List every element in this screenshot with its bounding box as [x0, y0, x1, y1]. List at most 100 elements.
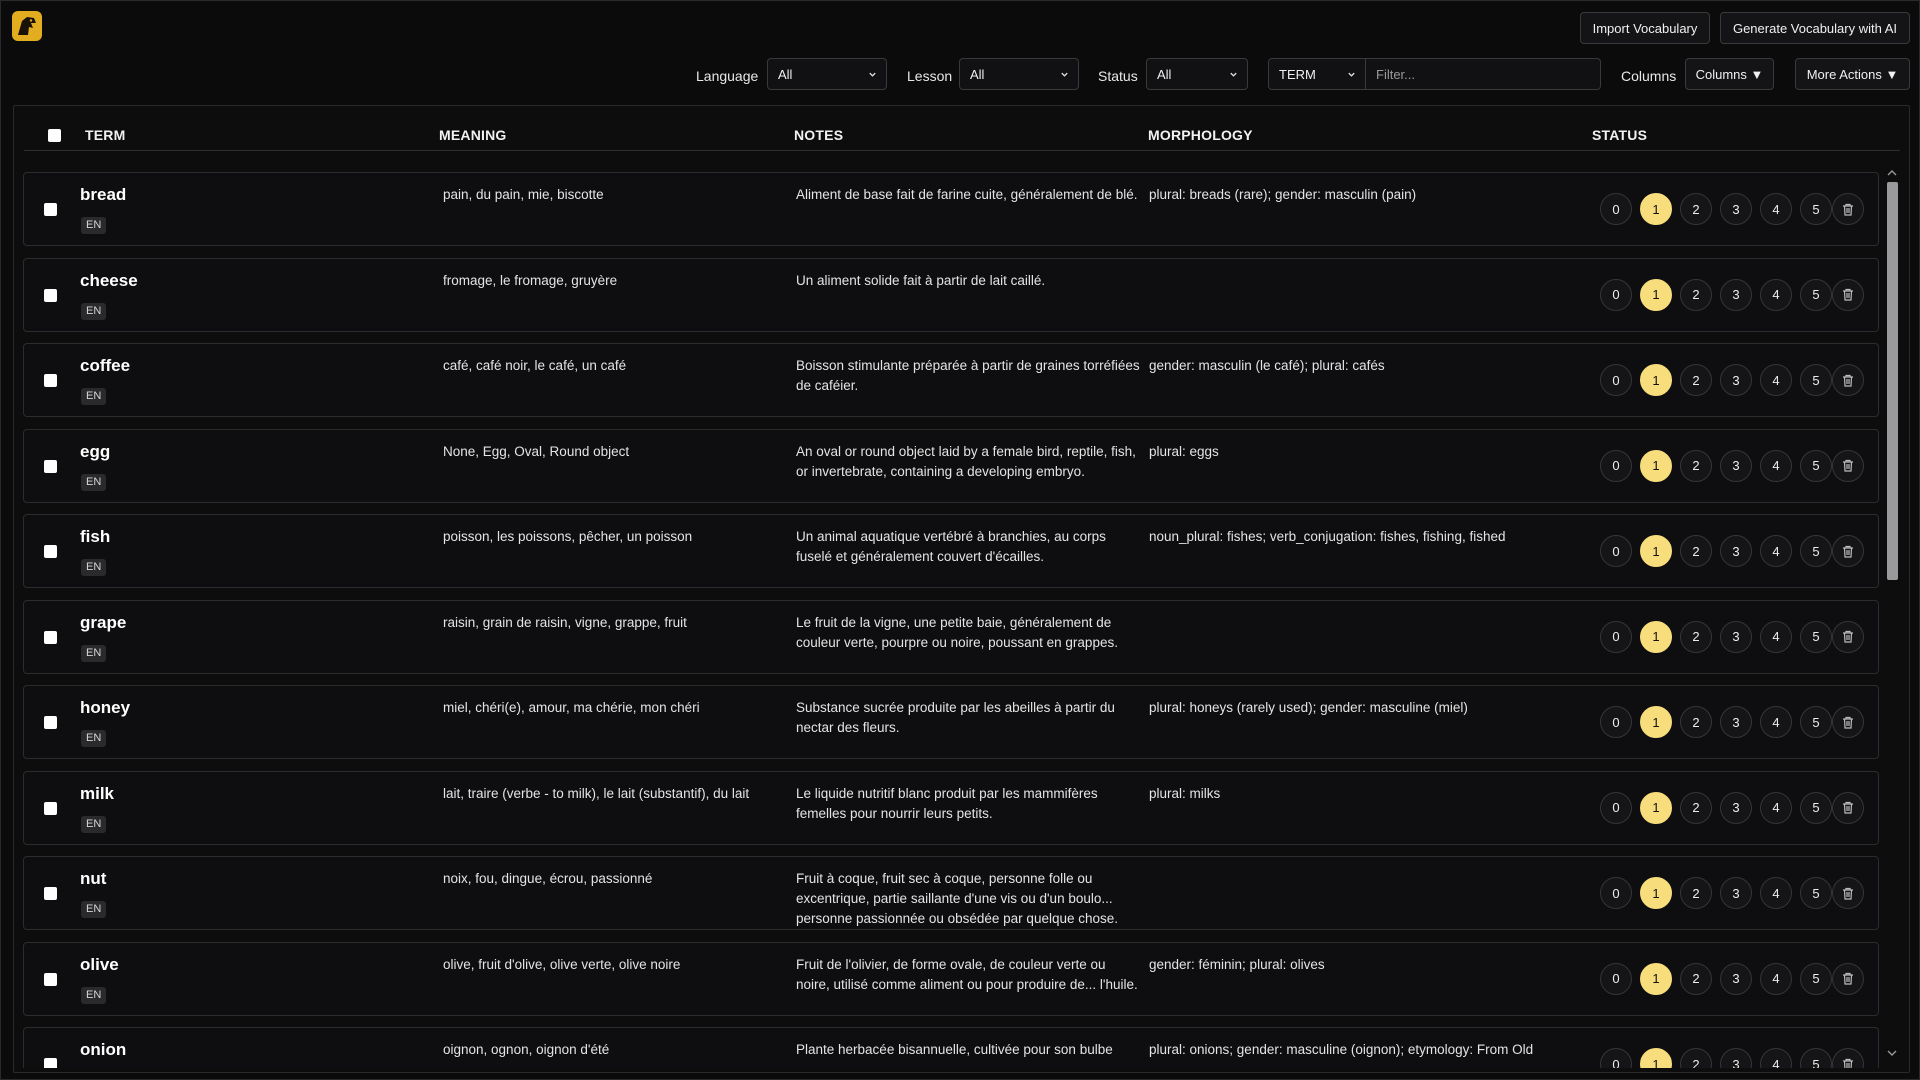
- import-vocabulary-button[interactable]: Import Vocabulary: [1580, 12, 1710, 44]
- status-button-4[interactable]: 4: [1760, 449, 1792, 482]
- column-header-notes[interactable]: NOTES: [794, 127, 843, 143]
- status-button-3[interactable]: 3: [1720, 1048, 1752, 1068]
- column-header-meaning[interactable]: MEANING: [439, 127, 507, 143]
- term-text[interactable]: milk: [80, 784, 114, 804]
- row-checkbox[interactable]: [44, 630, 57, 644]
- row-checkbox[interactable]: [44, 459, 57, 473]
- delete-button[interactable]: [1832, 449, 1864, 482]
- status-button-0[interactable]: 0: [1600, 278, 1632, 311]
- row-checkbox[interactable]: [44, 545, 57, 558]
- term-text[interactable]: olive: [80, 955, 119, 975]
- status-button-2[interactable]: 2: [1680, 535, 1712, 567]
- term-text[interactable]: grape: [80, 613, 126, 633]
- status-button-4[interactable]: 4: [1760, 364, 1792, 396]
- status-button-3[interactable]: 3: [1720, 877, 1752, 909]
- status-button-1[interactable]: 1: [1640, 877, 1672, 909]
- scrollbar-thumb[interactable]: [1887, 182, 1898, 580]
- status-button-0[interactable]: 0: [1600, 791, 1632, 824]
- status-button-3[interactable]: 3: [1720, 449, 1752, 482]
- row-checkbox[interactable]: [44, 716, 57, 729]
- delete-button[interactable]: [1832, 791, 1864, 824]
- term-text[interactable]: honey: [80, 698, 130, 718]
- status-button-0[interactable]: 0: [1600, 877, 1632, 909]
- status-button-5[interactable]: 5: [1800, 877, 1832, 909]
- status-button-1[interactable]: 1: [1640, 364, 1672, 396]
- status-button-4[interactable]: 4: [1760, 962, 1792, 995]
- delete-button[interactable]: [1832, 962, 1864, 995]
- term-text[interactable]: bread: [80, 185, 126, 205]
- status-button-5[interactable]: 5: [1800, 791, 1832, 824]
- status-button-4[interactable]: 4: [1760, 791, 1792, 824]
- status-select[interactable]: All: [1146, 58, 1248, 90]
- status-button-4[interactable]: 4: [1760, 877, 1792, 909]
- table-row[interactable]: coffee EN café, café noir, le café, un caf…: [23, 343, 1879, 417]
- scroll-up-icon[interactable]: [1887, 169, 1897, 177]
- table-row[interactable]: milk EN lait, traire (verbe - to milk), le…: [23, 770, 1879, 845]
- status-button-3[interactable]: 3: [1720, 364, 1752, 396]
- table-row[interactable]: bread EN pain, du pain, mie, biscotte Alime…: [23, 172, 1879, 246]
- app-logo-icon[interactable]: [12, 11, 42, 41]
- status-button-0[interactable]: 0: [1600, 620, 1632, 653]
- table-row[interactable]: cheese EN fromage, le fromage, gruyère Un a…: [23, 257, 1879, 332]
- table-row[interactable]: nut EN noix, fou, dingue, écrou, passionné…: [23, 856, 1879, 930]
- status-button-3[interactable]: 3: [1720, 535, 1752, 567]
- term-text[interactable]: fish: [80, 527, 110, 547]
- status-button-2[interactable]: 2: [1680, 364, 1712, 396]
- status-button-3[interactable]: 3: [1720, 962, 1752, 995]
- more-actions-button[interactable]: More Actions ▼: [1795, 58, 1910, 90]
- status-button-5[interactable]: 5: [1800, 449, 1832, 482]
- status-button-5[interactable]: 5: [1800, 706, 1832, 738]
- status-button-4[interactable]: 4: [1760, 193, 1792, 225]
- status-button-3[interactable]: 3: [1720, 791, 1752, 824]
- select-all-checkbox[interactable]: [48, 129, 61, 142]
- term-text[interactable]: nut: [80, 869, 106, 889]
- filter-field-select[interactable]: TERM: [1268, 58, 1366, 90]
- scroll-down-icon[interactable]: [1887, 1049, 1897, 1057]
- term-text[interactable]: coffee: [80, 356, 130, 376]
- status-button-2[interactable]: 2: [1680, 962, 1712, 995]
- column-header-status[interactable]: STATUS: [1592, 127, 1647, 143]
- status-button-1[interactable]: 1: [1640, 620, 1672, 653]
- term-text[interactable]: onion: [80, 1040, 126, 1060]
- status-button-2[interactable]: 2: [1680, 877, 1712, 909]
- status-button-0[interactable]: 0: [1600, 449, 1632, 482]
- table-row[interactable]: fish EN poisson, les poissons, pêcher, un …: [23, 514, 1879, 588]
- delete-button[interactable]: [1832, 1048, 1864, 1068]
- status-button-4[interactable]: 4: [1760, 706, 1792, 738]
- generate-vocabulary-ai-button[interactable]: Generate Vocabulary with AI: [1720, 12, 1910, 44]
- delete-button[interactable]: [1832, 877, 1864, 909]
- delete-button[interactable]: [1832, 364, 1864, 396]
- status-button-5[interactable]: 5: [1800, 1048, 1832, 1068]
- status-button-1[interactable]: 1: [1640, 535, 1672, 567]
- status-button-0[interactable]: 0: [1600, 1048, 1632, 1068]
- status-button-2[interactable]: 2: [1680, 706, 1712, 738]
- status-button-0[interactable]: 0: [1600, 535, 1632, 567]
- table-row[interactable]: grape EN raisin, grain de raisin, vigne, g…: [23, 599, 1879, 674]
- status-button-1[interactable]: 1: [1640, 706, 1672, 738]
- status-button-2[interactable]: 2: [1680, 1048, 1712, 1068]
- status-button-2[interactable]: 2: [1680, 620, 1712, 653]
- status-button-1[interactable]: 1: [1640, 1048, 1672, 1068]
- status-button-5[interactable]: 5: [1800, 962, 1832, 995]
- status-button-5[interactable]: 5: [1800, 278, 1832, 311]
- status-button-1[interactable]: 1: [1640, 791, 1672, 824]
- row-checkbox[interactable]: [44, 374, 57, 387]
- status-button-2[interactable]: 2: [1680, 278, 1712, 311]
- delete-button[interactable]: [1832, 193, 1864, 225]
- status-button-3[interactable]: 3: [1720, 278, 1752, 311]
- status-button-1[interactable]: 1: [1640, 449, 1672, 482]
- status-button-5[interactable]: 5: [1800, 193, 1832, 225]
- row-checkbox[interactable]: [44, 972, 57, 986]
- status-button-1[interactable]: 1: [1640, 193, 1672, 225]
- row-checkbox[interactable]: [44, 203, 57, 216]
- status-button-0[interactable]: 0: [1600, 706, 1632, 738]
- term-text[interactable]: egg: [80, 442, 110, 462]
- status-button-3[interactable]: 3: [1720, 620, 1752, 653]
- status-button-2[interactable]: 2: [1680, 449, 1712, 482]
- delete-button[interactable]: [1832, 535, 1864, 567]
- table-row[interactable]: olive EN olive, fruit d'olive, olive verte…: [23, 941, 1879, 1016]
- table-row[interactable]: honey EN miel, chéri(e), amour, ma chérie,…: [23, 685, 1879, 759]
- status-button-1[interactable]: 1: [1640, 278, 1672, 311]
- table-row[interactable]: onionENoignon, ognon, oignon d'étéPlante…: [23, 1027, 1879, 1068]
- filter-input[interactable]: [1366, 58, 1601, 90]
